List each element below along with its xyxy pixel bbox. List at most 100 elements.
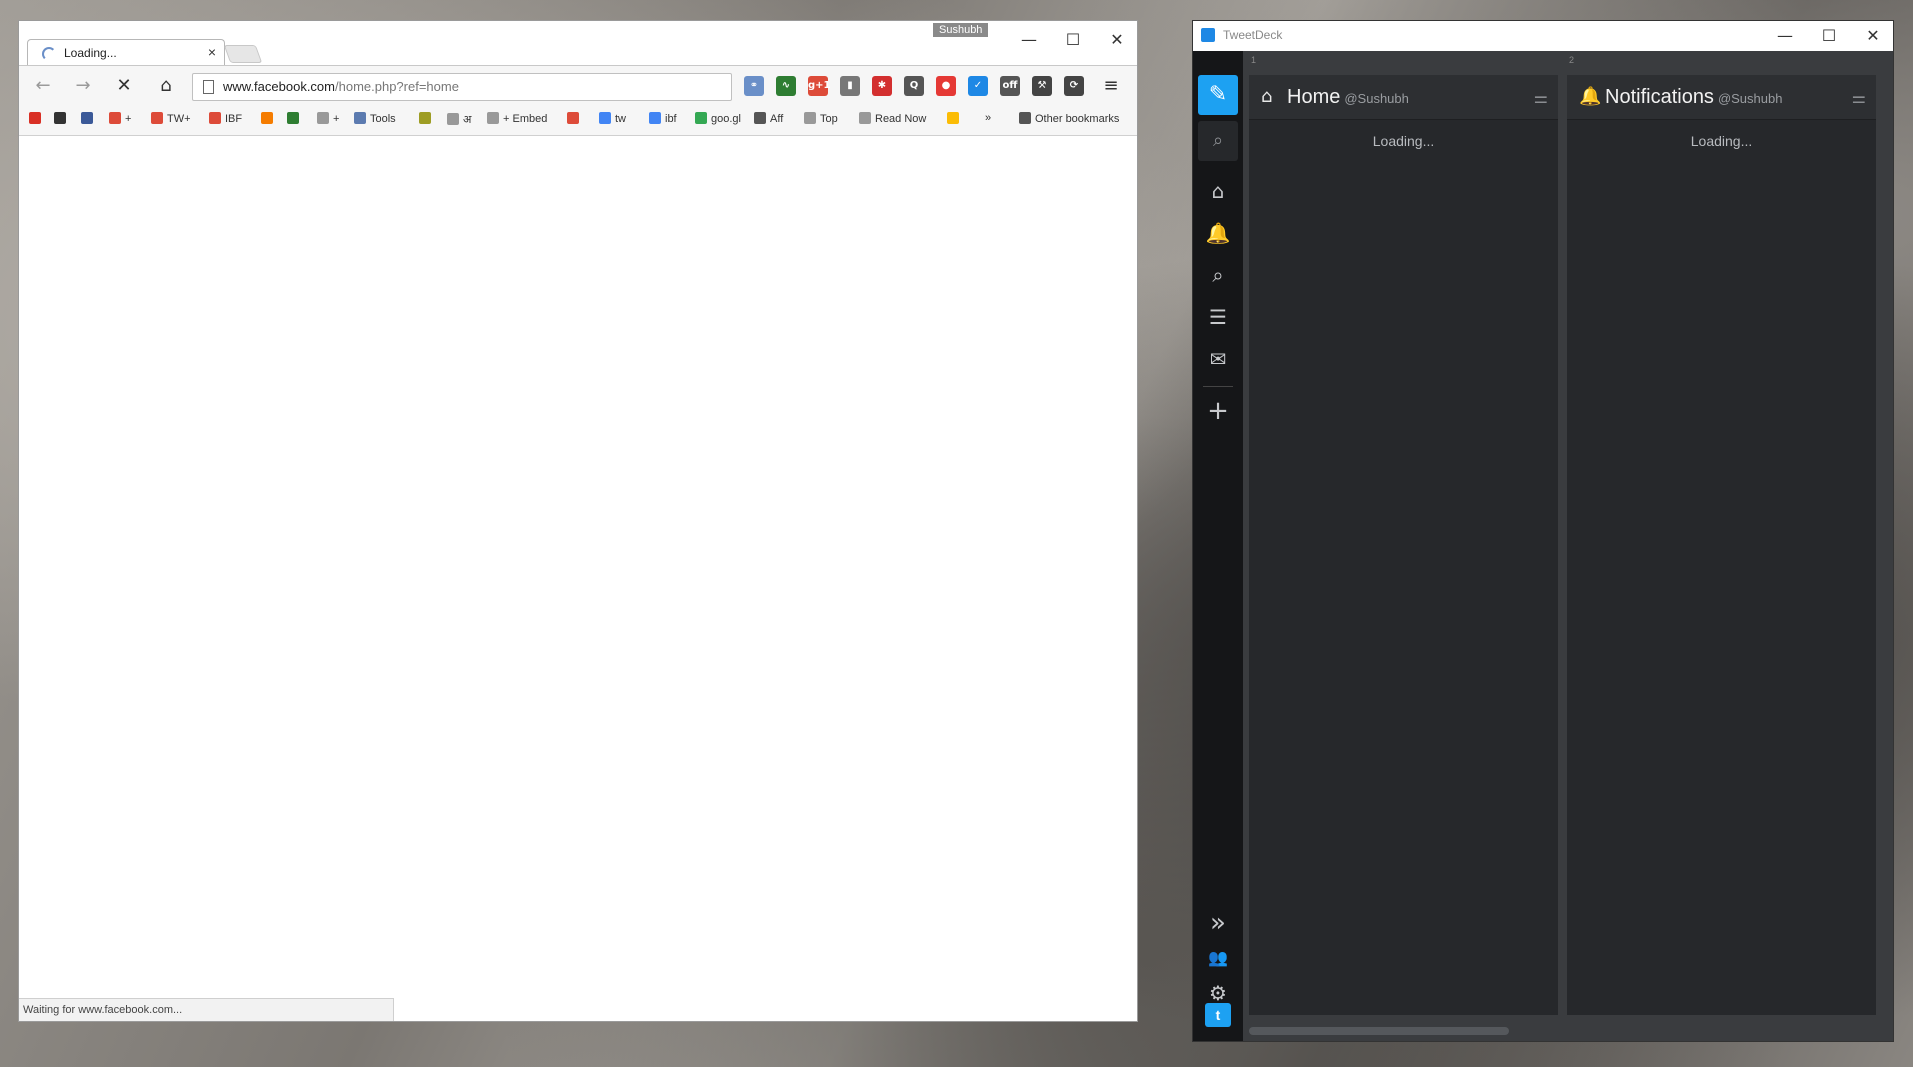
green-bookmark[interactable] <box>287 112 303 125</box>
google-tw-bookmark-icon <box>599 112 611 124</box>
search-icon[interactable]: ⌕ <box>1198 260 1238 290</box>
tw-plus-bookmark-icon <box>151 112 163 124</box>
gmail-bookmark[interactable] <box>29 112 45 125</box>
hindi-bookmark-icon <box>447 113 459 125</box>
column-options-icon[interactable]: ⚌ <box>1852 88 1866 107</box>
tools-bookmark[interactable]: Tools <box>354 112 396 125</box>
home-button[interactable]: ⌂ <box>152 74 180 98</box>
link-extension-icon[interactable]: ⚭ <box>744 76 764 96</box>
tw-plus-bookmark[interactable]: TW+ <box>151 112 191 125</box>
url-text[interactable]: www.facebook.com/home.php?ref=home <box>223 79 459 94</box>
search-button[interactable]: ⌕ <box>1198 121 1238 161</box>
red-badge-extension-icon[interactable]: ✱ <box>872 76 892 96</box>
nav-divider <box>1203 386 1233 387</box>
other-bookmarks-folder[interactable]: Other bookmarks <box>1019 112 1119 125</box>
top-bookmark[interactable]: Top <box>804 112 838 125</box>
hindi-bookmark[interactable]: अ <box>447 112 471 127</box>
more-bookmarks[interactable]: » <box>985 112 991 124</box>
column-notifications: 2 🔔 Notifications @Sushubh ⚌ Loading... <box>1567 55 1876 1015</box>
maximize-button[interactable]: ☐ <box>1053 27 1093 53</box>
green-bookmark-icon <box>287 112 299 124</box>
red-circle-extension-icon[interactable]: ● <box>936 76 956 96</box>
new-tab-button[interactable] <box>223 45 263 63</box>
loading-spinner-icon <box>42 47 56 61</box>
ibf-bookmark[interactable] <box>54 112 70 125</box>
google-plus-one-icon[interactable]: g+1 <box>808 76 831 96</box>
drive-bookmark-icon <box>947 112 959 124</box>
column-header[interactable]: 🔔 Notifications @Sushubh ⚌ <box>1567 75 1876 120</box>
googl-bookmark[interactable]: goo.gl <box>695 112 741 125</box>
tw-bookmark[interactable] <box>419 112 435 125</box>
chart-bookmark-icon <box>261 112 273 124</box>
add-column-icon[interactable]: + <box>1198 396 1238 426</box>
stop-button[interactable]: ✕ <box>110 74 138 98</box>
td-close-button[interactable]: ✕ <box>1853 23 1893 49</box>
window-title: TweetDeck <box>1223 28 1283 42</box>
minimize-button[interactable]: — <box>1009 27 1049 53</box>
ibf-bookmark-icon <box>54 112 66 124</box>
status-bubble: Waiting for www.facebook.com... <box>19 998 394 1021</box>
gplus-bookmark[interactable]: + <box>109 112 131 125</box>
page-plus-bookmark[interactable]: + <box>317 112 339 125</box>
tools-extension-icon[interactable]: ⚒ <box>1032 76 1052 96</box>
menu-icon[interactable]: ≡ <box>1097 74 1125 98</box>
google-ibf-bookmark-icon <box>649 112 661 124</box>
column-header[interactable]: ⌂ Home @Sushubh ⚌ <box>1249 75 1558 120</box>
lists-icon[interactable]: ☰ <box>1198 302 1238 332</box>
tab-loading[interactable]: Loading... × <box>27 39 225 66</box>
column-number: 2 <box>1569 55 1575 65</box>
activity-extension-icon[interactable]: ∿ <box>776 76 796 96</box>
sync-extension-icon[interactable]: ⟳ <box>1064 76 1084 96</box>
messages-icon[interactable]: ✉ <box>1198 344 1238 374</box>
notifications-icon[interactable]: 🔔 <box>1198 218 1238 248</box>
google-tw-bookmark[interactable]: tw <box>599 112 626 125</box>
gmail-bookmark-icon <box>29 112 41 124</box>
read-now-bookmark-icon <box>859 112 871 124</box>
tweetdeck-titlebar: TweetDeck — ☐ ✕ <box>1193 21 1893 51</box>
chrome-toolbar: ← → ✕ ⌂ www.facebook.com/home.php?ref=ho… <box>19 65 1137 106</box>
twitter-bird-icon[interactable]: t <box>1205 1003 1231 1027</box>
column-user: @Sushubh <box>1344 91 1409 106</box>
chart-bookmark[interactable] <box>261 112 277 125</box>
facebook-bookmark-icon <box>81 112 93 124</box>
tweetdeck-logo-icon <box>1201 28 1215 42</box>
aff-folder-bookmark-icon <box>754 112 766 124</box>
td-maximize-button[interactable]: ☐ <box>1809 23 1849 49</box>
tools-bookmark-icon <box>354 112 366 124</box>
blue-check-extension-icon[interactable]: ✓ <box>968 76 988 96</box>
page-plus-bookmark-icon <box>317 112 329 124</box>
google-ibf-bookmark[interactable]: ibf <box>649 112 677 125</box>
accounts-icon[interactable]: 👥 <box>1198 943 1238 973</box>
g-red-bookmark[interactable] <box>567 112 583 125</box>
bell-icon: 🔔 <box>1579 86 1602 107</box>
read-now-bookmark[interactable]: Read Now <box>859 112 926 125</box>
top-bookmark-icon <box>804 112 816 124</box>
facebook-bookmark[interactable] <box>81 112 97 125</box>
ibf-g-bookmark[interactable]: IBF <box>209 112 242 125</box>
tab-close-icon[interactable]: × <box>208 44 216 60</box>
td-minimize-button[interactable]: — <box>1765 23 1805 49</box>
close-button[interactable]: ✕ <box>1097 27 1137 53</box>
embed-bookmark[interactable]: + Embed <box>487 112 547 125</box>
home-icon[interactable]: ⌂ <box>1198 176 1238 206</box>
address-bar[interactable]: www.facebook.com/home.php?ref=home <box>192 73 732 101</box>
ibf-g-bookmark-icon <box>209 112 221 124</box>
column-title: Notifications @Sushubh <box>1605 86 1783 108</box>
horizontal-scrollbar[interactable] <box>1249 1027 1509 1035</box>
home-icon: ⌂ <box>1261 86 1273 107</box>
column-user: @Sushubh <box>1717 91 1783 106</box>
profile-badge[interactable]: Sushubh <box>933 23 989 37</box>
g-red-bookmark-icon <box>567 112 579 124</box>
columns-area: 1 ⌂ Home @Sushubh ⚌ Loading... 2 🔔 Notifi… <box>1243 51 1893 1041</box>
drive-bookmark[interactable] <box>947 112 963 125</box>
column-options-icon[interactable]: ⚌ <box>1534 88 1548 107</box>
aff-folder-bookmark[interactable]: Aff <box>754 112 783 125</box>
off-extension-icon[interactable]: off <box>1000 76 1020 96</box>
back-button[interactable]: ← <box>29 74 57 98</box>
bookmark-extension-icon[interactable]: ▮ <box>840 76 860 96</box>
compose-button[interactable]: ✎ <box>1198 75 1238 115</box>
forward-button[interactable]: → <box>69 74 97 98</box>
chrome-window: Loading... × Sushubh — ☐ ✕ ← → ✕ ⌂ www.f… <box>19 21 1137 1021</box>
expand-icon[interactable]: » <box>1198 908 1238 938</box>
q-extension-icon[interactable]: Q <box>904 76 924 96</box>
